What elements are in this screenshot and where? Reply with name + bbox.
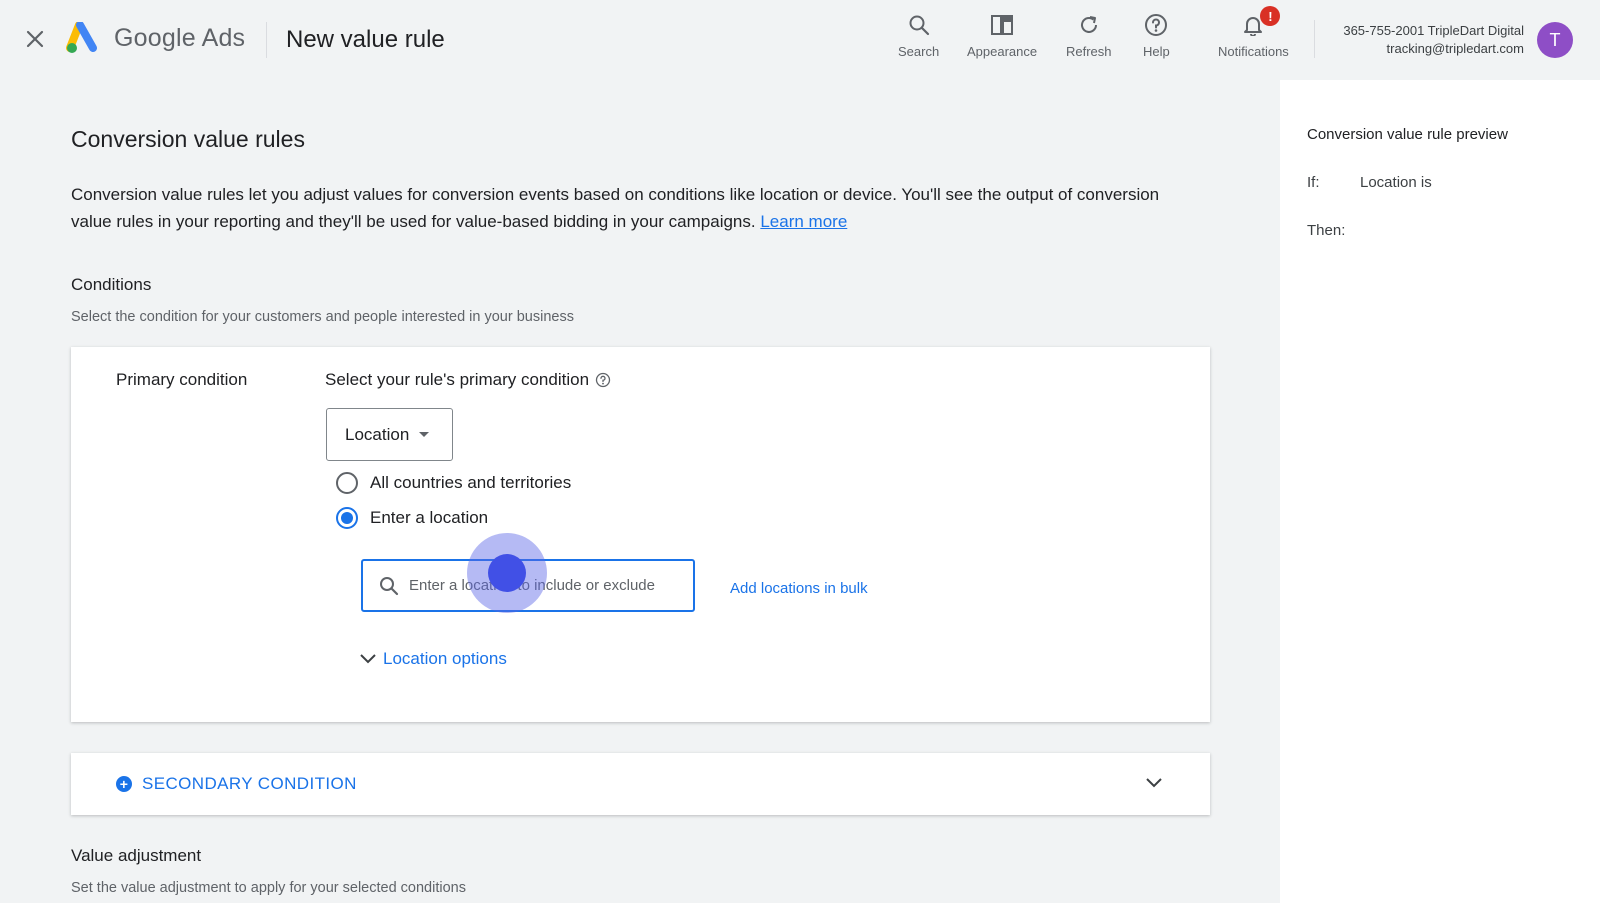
page-title: New value rule [286,26,445,53]
location-options-label: Location options [383,649,507,668]
learn-more-link[interactable]: Learn more [760,212,847,231]
notification-badge: ! [1260,6,1281,26]
secondary-condition-card[interactable]: + SECONDARY CONDITION [71,753,1210,815]
caret-down-icon [419,432,430,437]
value-adjustment-subtitle: Set the value adjustment to apply for yo… [71,880,466,896]
radio-checked-icon[interactable] [336,507,358,529]
header-divider-right [1314,20,1315,58]
account-id: 365-755-2001 TripleDart Digital [1343,23,1524,38]
refresh-icon [1076,12,1102,38]
radio-all-countries[interactable]: All countries and territories [336,472,571,494]
location-options-toggle[interactable]: Location options [359,649,507,669]
google-ads-logo-icon [66,21,102,54]
primary-condition-card: Primary condition Select your rule's pri… [71,347,1210,722]
bell-icon: ! [1240,6,1281,38]
location-search-field[interactable] [361,559,695,612]
refresh-button[interactable]: Refresh [1066,12,1112,62]
chevron-down-icon [360,654,376,664]
help-icon [1143,12,1169,38]
preview-title: Conversion value rule preview [1307,126,1508,143]
radio-enter-location[interactable]: Enter a location [336,507,488,529]
close-icon[interactable] [22,26,48,52]
rule-preview-panel: Conversion value rule preview If: Locati… [1280,80,1600,903]
conditions-subtitle: Select the condition for your customers … [71,309,574,325]
radio-unchecked-icon[interactable] [336,472,358,494]
add-locations-in-bulk-link[interactable]: Add locations in bulk [730,580,868,597]
avatar[interactable]: T [1537,22,1573,58]
primary-condition-title: Select your rule's primary condition [325,370,611,390]
primary-condition-title-text: Select your rule's primary condition [325,370,590,389]
help-button[interactable]: Help [1143,12,1170,62]
location-search-input[interactable] [409,577,679,594]
help-label: Help [1143,44,1170,59]
section-heading: Conversion value rules [71,126,305,152]
main-content: Conversion value rules Conversion value … [0,80,1280,903]
secondary-condition-label: SECONDARY CONDITION [142,774,357,793]
notifications-button[interactable]: ! Notifications [1218,6,1289,62]
appearance-icon [989,12,1015,38]
preview-then-label: Then: [1307,222,1346,239]
radio-all-countries-label: All countries and territories [370,473,572,492]
preview-if-value: Location is [1360,174,1432,191]
header-divider [266,22,267,58]
search-icon [906,12,932,38]
conditions-heading: Conditions [71,275,152,294]
intro-text: Conversion value rules let you adjust va… [71,181,1191,235]
add-circle-icon: + [116,776,132,792]
radio-enter-location-label: Enter a location [370,508,489,527]
condition-type-dropdown[interactable]: Location [326,408,453,461]
intro-body: Conversion value rules let you adjust va… [71,185,1160,231]
brand-name: Google Ads [114,24,246,52]
account-email: tracking@tripledart.com [1386,41,1524,56]
notifications-label: Notifications [1218,44,1289,59]
chevron-down-icon[interactable] [1144,773,1164,798]
appearance-button[interactable]: Appearance [967,12,1037,62]
dropdown-value: Location [345,424,410,444]
top-bar: Google Ads New value rule Search Appeara… [0,0,1600,80]
refresh-label: Refresh [1066,44,1112,59]
appearance-label: Appearance [967,44,1038,59]
value-adjustment-heading: Value adjustment [71,846,202,865]
primary-condition-label: Primary condition [116,370,248,389]
secondary-condition-button[interactable]: + SECONDARY CONDITION [116,774,357,794]
account-info[interactable]: 365-755-2001 TripleDart Digital tracking… [1343,22,1524,58]
search-icon [380,576,399,595]
preview-if-label: If: [1307,174,1320,191]
help-circle-icon[interactable] [595,372,611,388]
search-label: Search [898,44,940,59]
search-button[interactable]: Search [898,12,939,62]
